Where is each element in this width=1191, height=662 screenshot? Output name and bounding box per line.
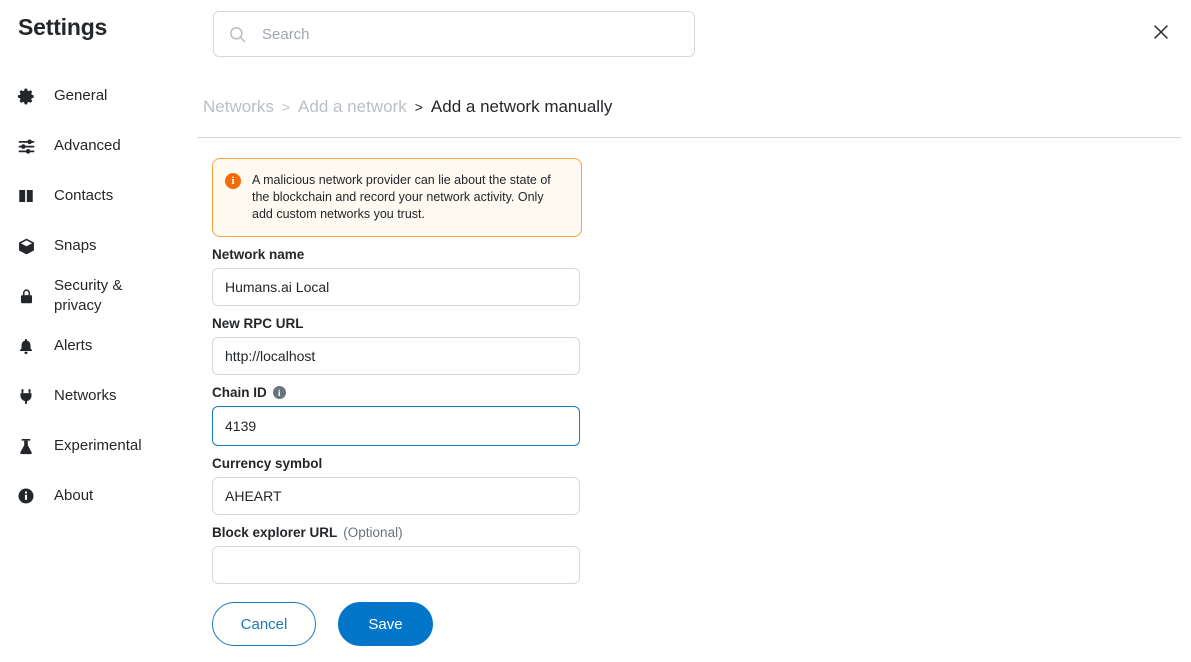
close-icon	[1152, 23, 1170, 46]
cancel-button[interactable]: Cancel	[212, 602, 316, 646]
gear-icon	[16, 86, 36, 106]
chain-id-label: Chain ID i	[212, 385, 582, 400]
lock-icon	[16, 286, 36, 306]
sidebar-item-label: Alerts	[54, 337, 93, 354]
search-box[interactable]	[213, 11, 695, 57]
sidebar-item-label: Advanced	[54, 137, 121, 154]
sidebar-item-label: Security & privacy	[54, 277, 123, 314]
sidebar-item-networks[interactable]: Networks	[0, 371, 197, 421]
chevron-right-separator: >	[414, 99, 423, 115]
sidebar-item-label: Networks	[54, 387, 117, 404]
sidebar-item-label: Experimental	[54, 437, 142, 454]
sidebar-item-contacts[interactable]: Contacts	[0, 171, 197, 221]
address-book-icon	[16, 186, 36, 206]
field-currency-symbol: Currency symbol	[212, 456, 582, 515]
info-circle-icon: i	[225, 173, 241, 189]
malicious-network-warning: i A malicious network provider can lie a…	[212, 158, 582, 237]
field-network-name: Network name	[212, 247, 582, 306]
plug-icon	[16, 386, 36, 406]
breadcrumb-add-a-network[interactable]: Add a network	[298, 97, 407, 117]
sliders-icon	[16, 136, 36, 156]
warning-text: A malicious network provider can lie abo…	[252, 173, 551, 221]
sidebar-item-advanced[interactable]: Advanced	[0, 121, 197, 171]
currency-symbol-label: Currency symbol	[212, 456, 323, 471]
currency-symbol-input[interactable]	[212, 477, 580, 515]
chain-id-label-text: Chain ID	[212, 385, 267, 400]
sidebar-item-alerts[interactable]: Alerts	[0, 321, 197, 371]
settings-content: Networks > Add a network > Add a network…	[197, 0, 1191, 662]
field-block-explorer-url: Block explorer URL (Optional)	[212, 525, 582, 584]
close-button[interactable]	[1147, 20, 1175, 48]
sidebar-item-experimental[interactable]: Experimental	[0, 421, 197, 471]
bell-icon	[16, 336, 36, 356]
field-chain-id: Chain ID i	[212, 385, 582, 446]
search-bar	[213, 11, 695, 57]
info-circle-icon	[16, 486, 36, 506]
page-title: Settings	[18, 14, 108, 40]
field-rpc-url: New RPC URL	[212, 316, 582, 375]
network-name-label: Network name	[212, 247, 305, 262]
settings-window: Settings General Advanced Contacts Snaps…	[0, 0, 1191, 662]
sidebar-item-label: General	[54, 87, 108, 104]
cube-icon	[16, 236, 36, 256]
sidebar-item-snaps[interactable]: Snaps	[0, 221, 197, 271]
network-name-input[interactable]	[212, 268, 580, 306]
sidebar-item-label: Contacts	[54, 187, 114, 204]
breadcrumb-networks[interactable]: Networks	[203, 97, 274, 117]
chain-id-input[interactable]	[212, 406, 580, 446]
sidebar-item-label: Snaps	[54, 237, 97, 254]
search-input[interactable]	[260, 24, 680, 44]
sidebar-item-label: About	[54, 487, 94, 504]
sidebar-item-about[interactable]: About	[0, 471, 197, 521]
save-button[interactable]: Save	[338, 602, 433, 646]
sidebar: Settings General Advanced Contacts Snaps…	[0, 0, 197, 662]
sidebar-nav: General Advanced Contacts Snaps Security…	[0, 71, 197, 521]
rpc-url-label: New RPC URL	[212, 316, 304, 331]
optional-label: (Optional)	[343, 525, 403, 540]
breadcrumb: Networks > Add a network > Add a network…	[203, 97, 612, 117]
block-explorer-url-label-text: Block explorer URL	[212, 525, 338, 540]
info-circle-icon[interactable]: i	[272, 386, 286, 399]
rpc-url-input[interactable]	[212, 337, 580, 375]
header-divider	[197, 137, 1181, 138]
search-icon	[228, 25, 248, 44]
breadcrumb-current: Add a network manually	[430, 97, 613, 116]
block-explorer-url-input[interactable]	[212, 546, 580, 584]
add-network-form: i A malicious network provider can lie a…	[212, 158, 582, 646]
form-actions: Cancel Save	[212, 602, 582, 646]
sidebar-item-general[interactable]: General	[0, 71, 197, 121]
block-explorer-url-label: Block explorer URL (Optional)	[212, 525, 582, 540]
flask-icon	[16, 436, 36, 456]
chevron-right-separator: >	[281, 99, 291, 115]
sidebar-item-security-privacy[interactable]: Security & privacy	[0, 271, 197, 321]
